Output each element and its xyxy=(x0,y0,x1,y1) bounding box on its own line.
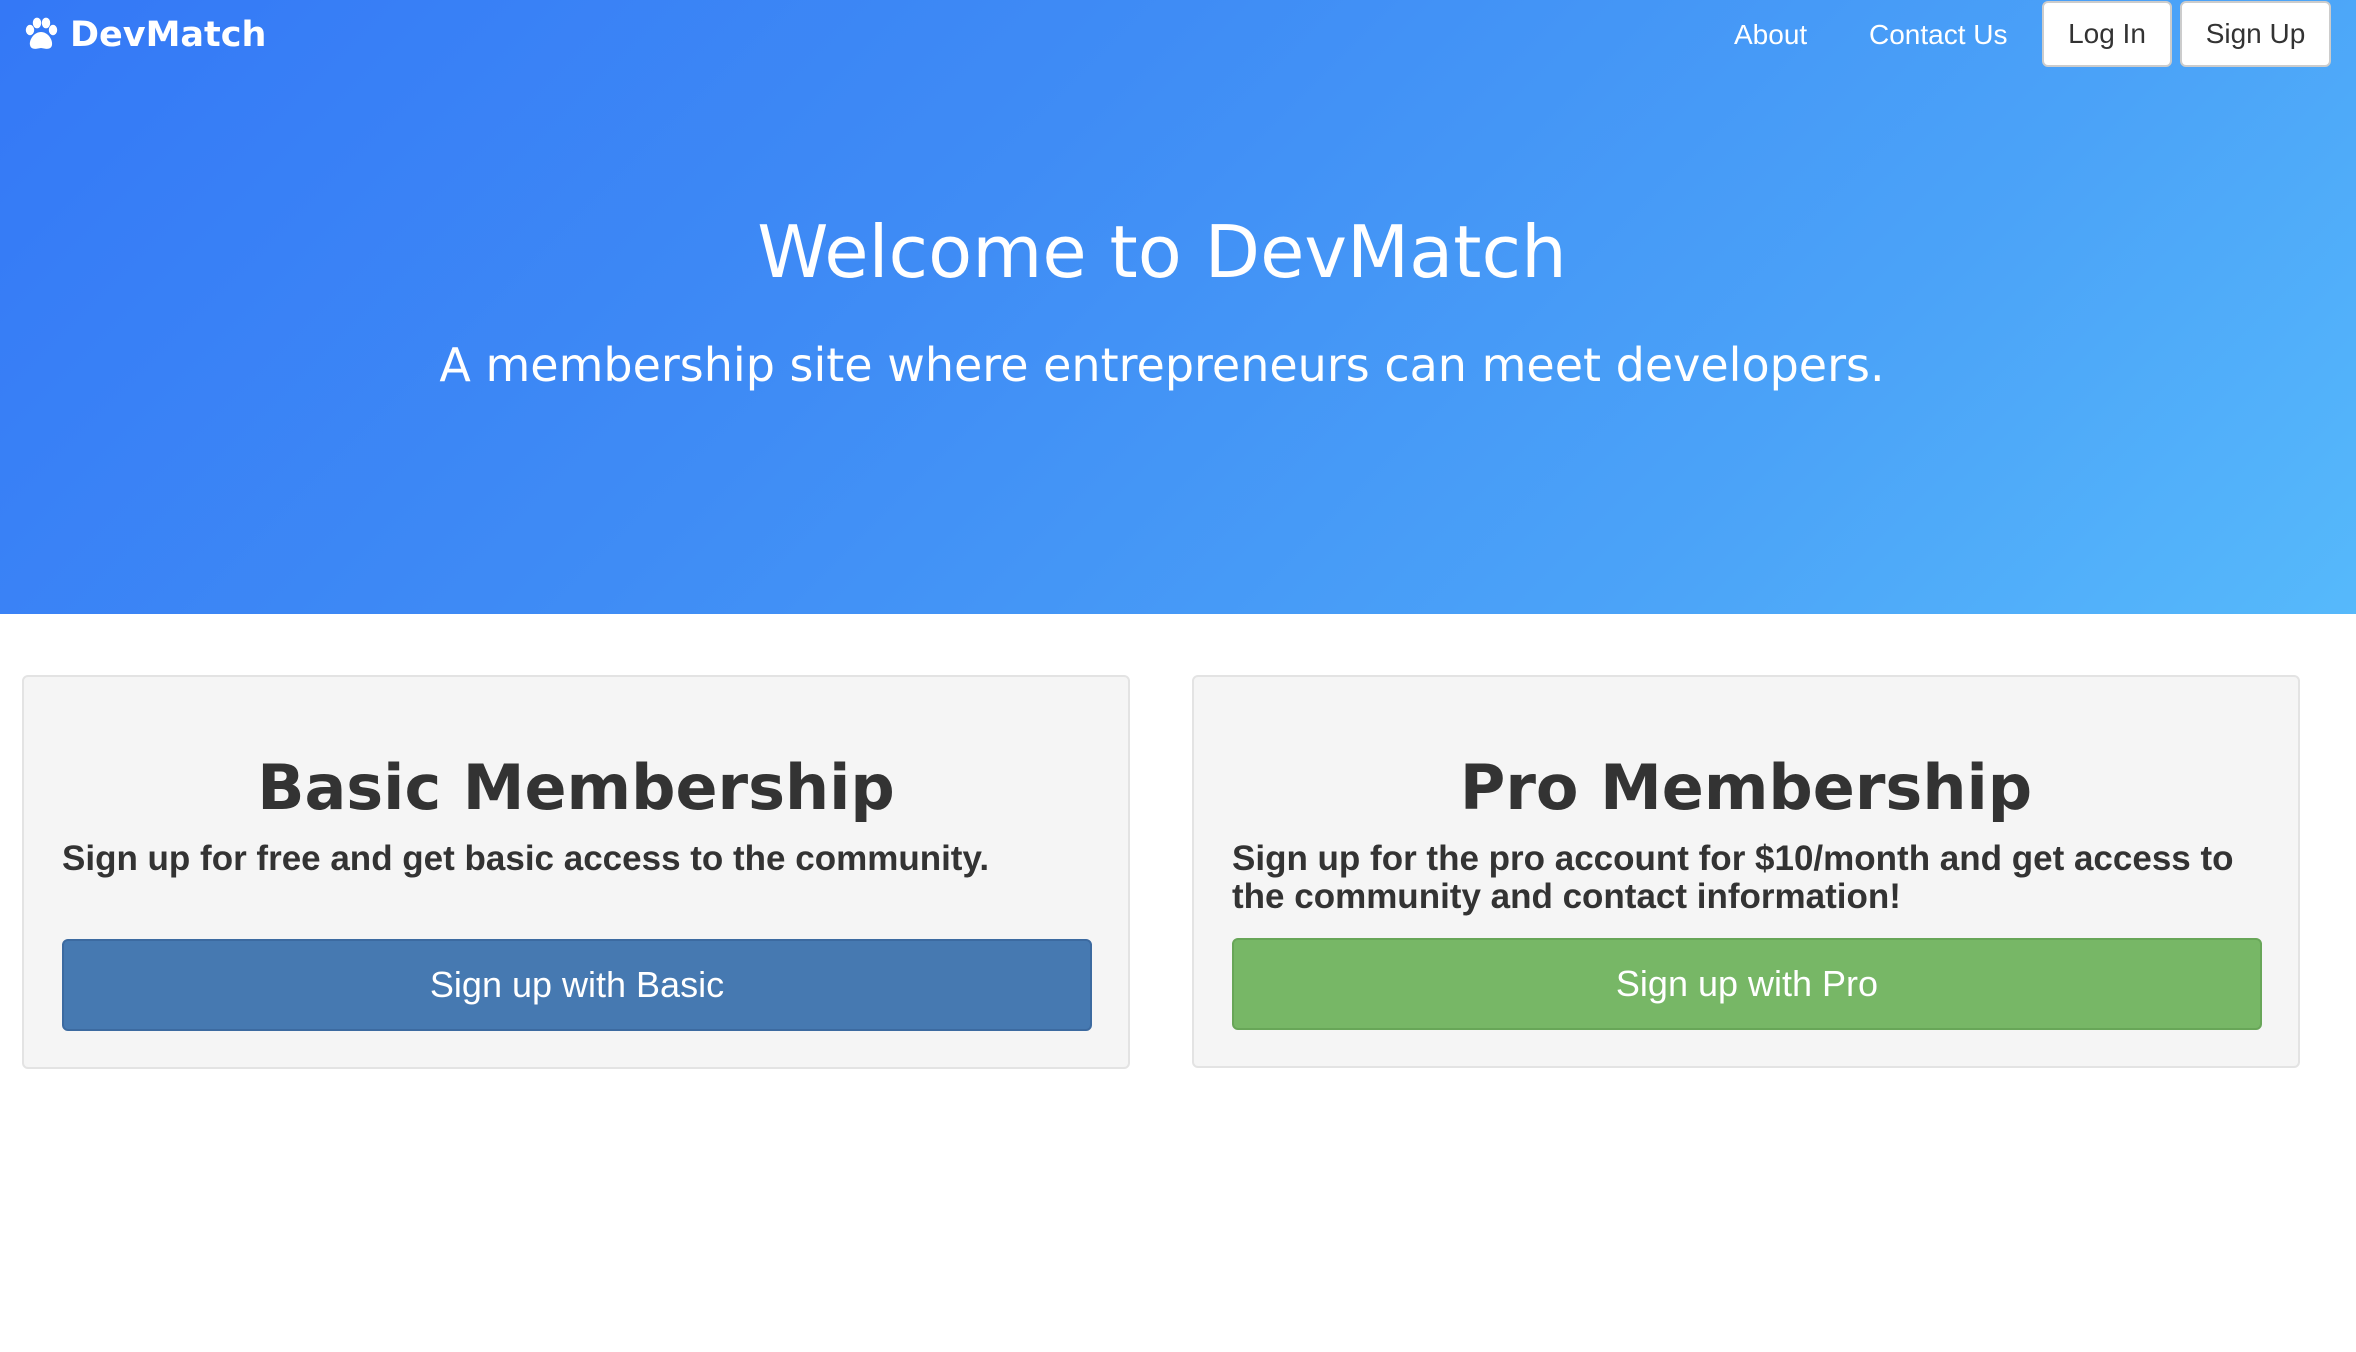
signup-pro-button[interactable]: Sign up with Pro xyxy=(1232,938,2262,1030)
brand-logo-link[interactable]: DevMatch xyxy=(22,12,266,58)
hero-title: Welcome to DevMatch xyxy=(757,210,1567,294)
signup-basic-button[interactable]: Sign up with Basic xyxy=(62,939,1092,1031)
brand-name: DevMatch xyxy=(70,15,267,55)
pro-membership-card: Pro Membership Sign up for the pro accou… xyxy=(1192,675,2300,1068)
navbar: DevMatch About Contact Us Log In Sign Up xyxy=(0,0,2356,70)
hero-subtitle: A membership site where entrepreneurs ca… xyxy=(439,338,1885,392)
basic-membership-description: Sign up for free and get basic access to… xyxy=(62,839,990,878)
hero-banner xyxy=(0,0,2356,614)
nav-link-about[interactable]: About xyxy=(1734,15,1807,55)
nav-link-contact[interactable]: Contact Us xyxy=(1869,15,2008,55)
paw-icon xyxy=(22,16,60,54)
basic-membership-title: Basic Membership xyxy=(257,751,895,824)
pro-membership-title: Pro Membership xyxy=(1459,751,2033,824)
basic-membership-card: Basic Membership Sign up for free and ge… xyxy=(22,675,1130,1069)
signup-button[interactable]: Sign Up xyxy=(2180,1,2331,67)
login-button[interactable]: Log In xyxy=(2042,1,2172,67)
pro-membership-description: Sign up for the pro account for $10/mont… xyxy=(1232,839,2234,916)
